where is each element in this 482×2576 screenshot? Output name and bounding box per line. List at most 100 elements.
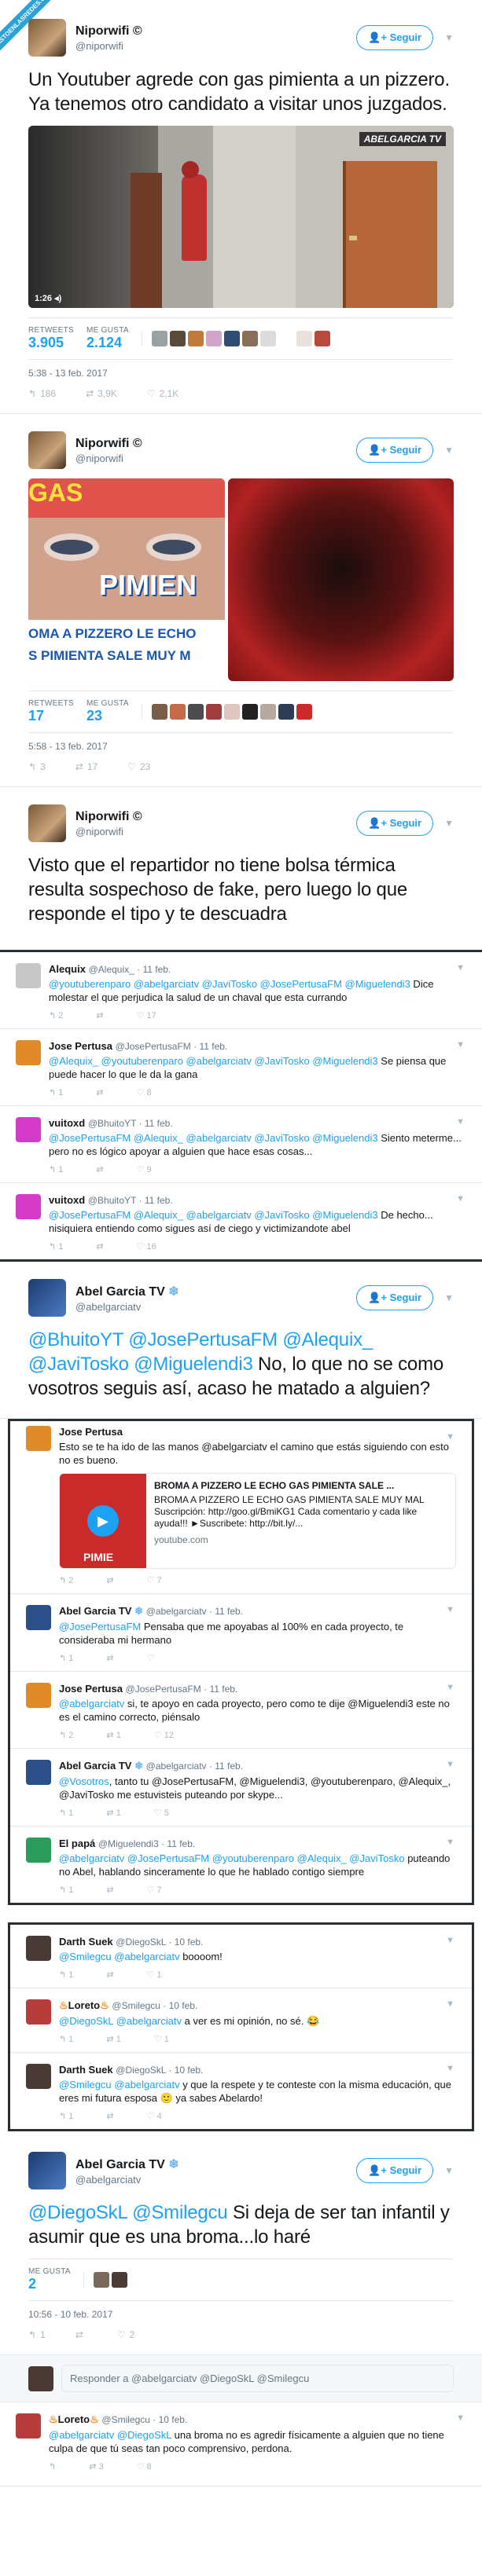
like-button[interactable]: ♡ 1	[154, 2034, 169, 2044]
avatar[interactable]	[26, 1605, 51, 1630]
reply-item[interactable]: ♨Loreto♨ @Smilegcu · 10 feb. @DiegoSkL @…	[10, 1988, 472, 2053]
reply-author[interactable]: Darth Suek	[59, 1936, 113, 1948]
author-handle[interactable]: @niporwifi	[75, 453, 356, 464]
tweet-mentions[interactable]: @DiegoSkL @Smilegcu	[28, 2202, 228, 2223]
retweet-button[interactable]: ⇄	[106, 1970, 113, 1980]
reply-button[interactable]: ↰ 1	[59, 1808, 73, 1818]
reply-author[interactable]: Abel Garcia TV	[59, 1760, 131, 1772]
liker-avatar[interactable]	[111, 2272, 127, 2288]
liker-avatar[interactable]	[205, 704, 222, 720]
retweet-button[interactable]: ⇄	[96, 1241, 103, 1251]
reply-mentions[interactable]: @abelgarciatv	[59, 1698, 124, 1709]
reply-button[interactable]: ↰ 1	[59, 1885, 73, 1895]
liker-avatar[interactable]	[241, 704, 258, 720]
reply-mentions[interactable]: @Vosotros	[59, 1775, 109, 1787]
reply-meta[interactable]: @Smilegcu · 10 feb.	[112, 2000, 197, 2011]
like-button[interactable]: ♡	[147, 1653, 155, 1663]
retweets-count[interactable]: 3.905	[28, 335, 74, 351]
likes-count[interactable]: 23	[86, 708, 129, 724]
reply-author[interactable]: Abel Garcia TV	[59, 1605, 131, 1617]
chevron-down-icon[interactable]: ▼	[444, 2165, 454, 2176]
like-button[interactable]: ♡ 16	[137, 1241, 156, 1251]
video-player[interactable]: ABELGARCIA TV 1:26 ◂)	[28, 126, 454, 308]
chevron-down-icon[interactable]: ▼	[444, 32, 454, 43]
liker-avatar[interactable]	[278, 704, 294, 720]
reply-meta[interactable]: @DiegoSkL · 10 feb.	[116, 1937, 203, 1948]
follow-button[interactable]: 👤+ Seguir	[356, 25, 434, 50]
reply-author[interactable]: Loreto	[58, 2413, 90, 2425]
liker-avatar[interactable]	[241, 331, 258, 346]
avatar[interactable]	[28, 1279, 66, 1317]
chevron-down-icon[interactable]: ▼	[446, 1683, 454, 1692]
likes-count[interactable]: 2	[28, 2276, 71, 2292]
author-handle[interactable]: @niporwifi	[75, 826, 356, 837]
retweet-button[interactable]: ⇄	[96, 1010, 103, 1021]
liker-avatar[interactable]	[93, 2272, 109, 2288]
play-icon[interactable]: ▶	[87, 1505, 119, 1537]
liker-avatar[interactable]	[296, 331, 312, 346]
chevron-down-icon[interactable]: ▼	[444, 818, 454, 829]
reply-button[interactable]: ↰ 186	[28, 388, 56, 399]
like-button[interactable]: ♡ 7	[147, 1885, 162, 1895]
reply-author[interactable]: Jose Pertusa	[49, 1040, 112, 1052]
reply-item[interactable]: vuitoxd @BhuitoYT · 11 feb. @JosePertusa…	[0, 1106, 482, 1183]
like-button[interactable]: ♡ 2,1K	[147, 388, 178, 399]
reply-meta[interactable]: @Smilegcu · 10 feb.	[101, 2414, 187, 2425]
retweet-button[interactable]: ⇄	[106, 1575, 113, 1585]
reply-mentions[interactable]: @youtuberenparo @abelgarciatv @JaviTosko…	[49, 978, 410, 990]
avatar[interactable]	[28, 2152, 66, 2189]
liker-avatar[interactable]	[205, 331, 222, 346]
reply-meta[interactable]: @JosePertusaFM · 11 feb.	[116, 1041, 228, 1052]
reply-mentions[interactable]: @Smilegcu @abelgarciatv	[59, 1951, 180, 1962]
retweet-button[interactable]: ⇄	[106, 1885, 113, 1895]
follow-button[interactable]: 👤+ Seguir	[356, 2158, 434, 2183]
chevron-down-icon[interactable]: ▼	[446, 1432, 454, 1442]
chevron-down-icon[interactable]: ▼	[456, 1194, 465, 1204]
tweet-image-right[interactable]	[228, 478, 454, 681]
reply-button[interactable]: ↰ 1	[59, 1970, 73, 1980]
liker-avatar[interactable]	[259, 331, 276, 346]
chevron-down-icon[interactable]: ▼	[446, 1999, 454, 2009]
reply-mentions[interactable]: @abelgarciatv @JosePertusaFM @youtuberen…	[59, 1852, 405, 1864]
reply-button[interactable]: ↰ 1	[49, 1241, 63, 1251]
retweet-button[interactable]: ⇄	[106, 1653, 113, 1663]
reply-author[interactable]: El papá	[59, 1838, 95, 1849]
reply-button[interactable]: ↰ 1	[59, 2111, 73, 2121]
reply-button[interactable]: ↰ 1	[49, 1164, 63, 1174]
retweet-button[interactable]: ⇄ 17	[75, 761, 98, 772]
retweet-button[interactable]: ⇄	[96, 1164, 103, 1174]
avatar[interactable]	[26, 1760, 51, 1785]
reply-item[interactable]: Abel Garcia TV ❄ @abelgarciatv · 11 feb.…	[10, 1749, 472, 1827]
reply-button[interactable]: ↰ 1	[49, 1087, 63, 1097]
volume-icon[interactable]: ◂)	[54, 294, 61, 303]
author-name[interactable]: Abel Garcia TV	[75, 2158, 165, 2171]
liker-avatar[interactable]	[169, 331, 186, 346]
liker-avatar[interactable]	[259, 704, 276, 720]
like-button[interactable]: ♡ 5	[154, 1808, 169, 1818]
reply-mentions[interactable]: @abelgarciatv @DiegoSkL	[49, 2429, 171, 2441]
liker-avatar[interactable]	[187, 704, 204, 720]
avatar[interactable]	[26, 1999, 51, 2025]
chevron-down-icon[interactable]: ▼	[456, 963, 465, 973]
liker-avatar[interactable]	[296, 704, 312, 720]
reply-author[interactable]: vuitoxd	[49, 1117, 85, 1129]
avatar[interactable]	[28, 19, 66, 57]
reply-author[interactable]: Alequix	[49, 963, 86, 975]
reply-input[interactable]: Responder a @abelgarciatv @DiegoSkL @Smi…	[61, 2365, 454, 2392]
avatar[interactable]	[26, 1838, 51, 1863]
tweet-image-left[interactable]: GAS PIMIEN OMA A PIZZERO LE ECHO S PIMIE…	[28, 478, 225, 681]
liker-avatar[interactable]	[223, 704, 240, 720]
chevron-down-icon[interactable]: ▼	[446, 1760, 454, 1769]
chevron-down-icon[interactable]: ▼	[446, 1936, 454, 1945]
retweet-button[interactable]: ⇄ 1	[106, 1808, 120, 1818]
author-handle[interactable]: @abelgarciatv	[75, 2174, 356, 2186]
avatar[interactable]	[16, 1117, 41, 1142]
retweet-button[interactable]: ⇄ 1	[106, 2034, 120, 2044]
avatar[interactable]	[26, 1936, 51, 1961]
liker-avatar[interactable]	[187, 331, 204, 346]
reply-item[interactable]: Abel Garcia TV ❄ @abelgarciatv · 11 feb.…	[10, 1594, 472, 1672]
chevron-down-icon[interactable]: ▼	[446, 1838, 454, 1847]
avatar[interactable]	[26, 1683, 51, 1708]
reply-author[interactable]: Jose Pertusa	[59, 1683, 123, 1695]
reply-author[interactable]: vuitoxd	[49, 1194, 85, 1206]
